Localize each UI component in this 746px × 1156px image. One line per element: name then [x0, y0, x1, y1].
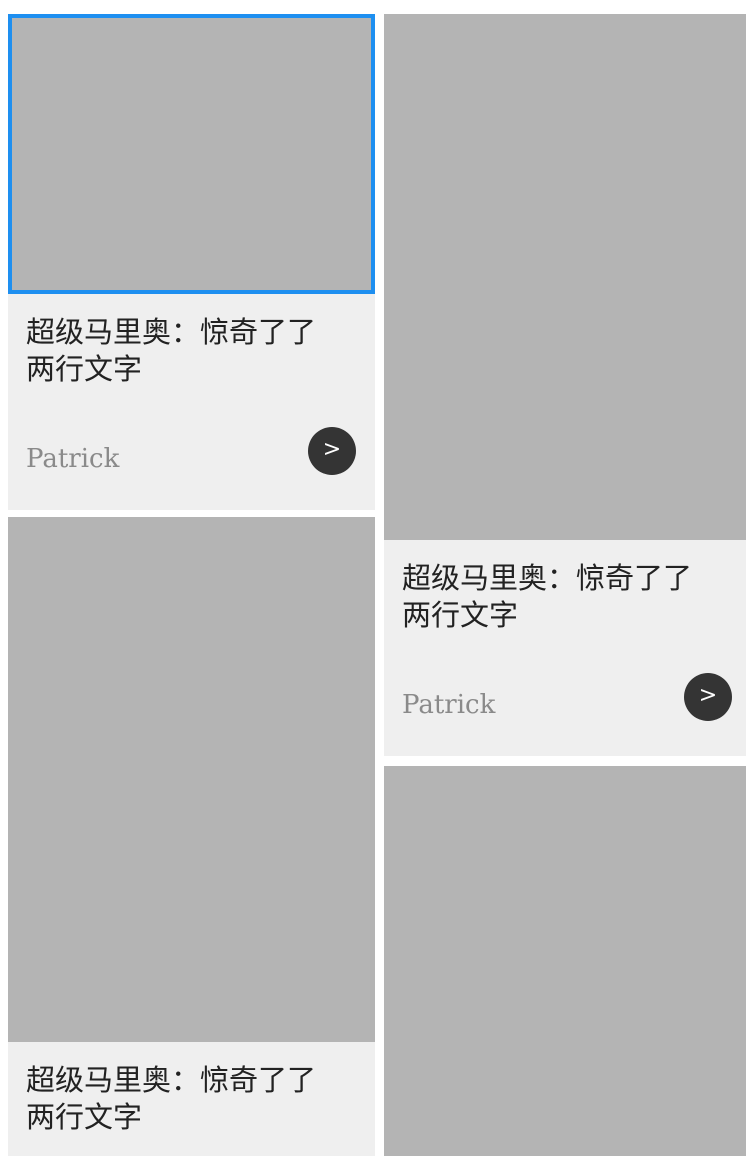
feed-card[interactable]: 超级马里奥：惊奇了了 两行文字 Patrick > [384, 14, 746, 756]
card-title: 超级马里奥：惊奇了了 两行文字 [26, 1063, 317, 1134]
card-image[interactable] [384, 766, 746, 1156]
card-title: 超级马里奥：惊奇了了 两行文字 [402, 561, 693, 632]
chevron-right-icon[interactable]: > [308, 427, 356, 475]
card-title: 超级马里奥：惊奇了了 两行文字 [26, 315, 317, 386]
card-image[interactable] [384, 14, 746, 540]
feed-card[interactable] [384, 766, 746, 1156]
card-author: Patrick [26, 444, 120, 474]
feed-card[interactable]: 超级马里奥：惊奇了了 两行文字 [8, 517, 375, 1156]
card-image[interactable] [8, 517, 375, 1042]
chevron-right-icon[interactable]: > [684, 673, 732, 721]
card-image[interactable] [8, 14, 375, 294]
feed-card[interactable]: 超级马里奥：惊奇了了 两行文字 Patrick > [8, 14, 375, 510]
card-author: Patrick [402, 690, 496, 720]
waterfall-feed: 超级马里奥：惊奇了了 两行文字 Patrick > 超级马里奥：惊奇了了 两行文… [0, 0, 746, 1156]
